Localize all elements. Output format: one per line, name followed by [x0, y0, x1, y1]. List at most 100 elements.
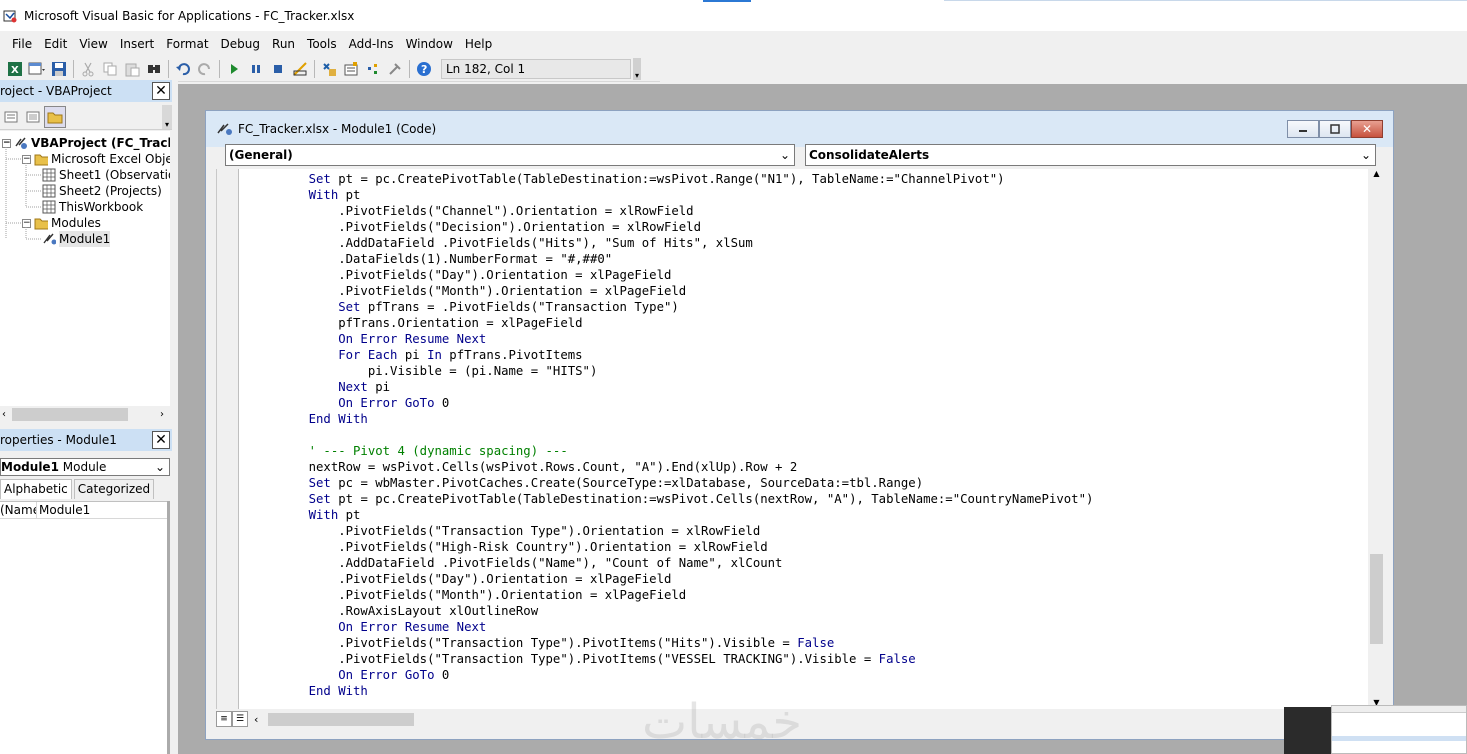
collapse-icon[interactable]: − [22, 154, 31, 164]
code-line[interactable]: .PivotFields("Day").Orientation = xlPage… [279, 267, 1093, 283]
tree-item[interactable]: Sheet2 (Projects) [42, 183, 162, 199]
tab-alphabetic[interactable]: Alphabetic [0, 479, 72, 499]
menu-tools[interactable]: Tools [301, 37, 343, 51]
project-horizontal-scrollbar[interactable]: ‹ › [0, 406, 170, 423]
code-line[interactable]: .PivotFields("Month").Orientation = xlPa… [279, 587, 1093, 603]
menu-format[interactable]: Format [160, 37, 214, 51]
tree-item[interactable]: Sheet1 (Observation [42, 167, 170, 183]
code-line[interactable]: .PivotFields("Day").Orientation = xlPage… [279, 571, 1093, 587]
insert-userform-icon[interactable] [26, 58, 48, 80]
undo-icon[interactable] [172, 58, 194, 80]
code-line[interactable]: With pt [279, 507, 1093, 523]
code-line[interactable]: .PivotFields("High-Risk Country").Orient… [279, 539, 1093, 555]
code-line[interactable]: .AddDataField .PivotFields("Hits"), "Sum… [279, 235, 1093, 251]
design-mode-icon[interactable] [289, 58, 311, 80]
full-module-view-icon[interactable]: ☰ [232, 711, 248, 727]
chevron-down-icon[interactable]: ⌄ [1361, 145, 1371, 165]
property-row[interactable]: (Name) Module1 [0, 502, 170, 519]
object-dropdown[interactable]: Module1 Module ⌄ [0, 458, 170, 476]
scroll-thumb[interactable] [268, 713, 414, 726]
restore-button[interactable] [1319, 120, 1351, 138]
code-line[interactable]: For Each pi In pfTrans.PivotItems [279, 347, 1093, 363]
code-line[interactable]: ' --- Pivot 4 (dynamic spacing) --- [279, 443, 1093, 459]
tab-categorized[interactable]: Categorized [73, 479, 155, 499]
scroll-up-icon[interactable]: ▲ [1368, 169, 1385, 178]
code-line[interactable]: nextRow = wsPivot.Cells(wsPivot.Rows.Cou… [279, 459, 1093, 475]
run-icon[interactable] [223, 58, 245, 80]
code-vertical-scrollbar[interactable]: ▲ ▼ [1368, 169, 1385, 709]
code-line[interactable]: .PivotFields("Transaction Type").PivotIt… [279, 651, 1093, 667]
menu-insert[interactable]: Insert [114, 37, 160, 51]
properties-window-icon[interactable] [340, 58, 362, 80]
scroll-thumb[interactable] [12, 408, 128, 421]
code-line[interactable]: .RowAxisLayout xlOutlineRow [279, 603, 1093, 619]
object-combo[interactable]: (General) ⌄ [225, 144, 795, 166]
code-line[interactable]: pi.Visible = (pi.Name = "HITS") [279, 363, 1093, 379]
code-line[interactable]: .PivotFields("Decision").Orientation = x… [279, 219, 1093, 235]
tree-item[interactable]: − Microsoft Excel Objects [22, 151, 170, 167]
code-line[interactable]: Set pt = pc.CreatePivotTable(TableDestin… [279, 171, 1093, 187]
tree-item[interactable]: − Modules [22, 215, 101, 231]
property-value[interactable]: Module1 [37, 502, 90, 518]
code-line[interactable]: .AddDataField .PivotFields("Name"), "Cou… [279, 555, 1093, 571]
chevron-down-icon[interactable]: ⌄ [155, 459, 165, 475]
code-line[interactable]: pfTrans.Orientation = xlPageField [279, 315, 1093, 331]
project-toolbar-grip[interactable]: ▾ [162, 104, 172, 129]
code-line[interactable]: .PivotFields("Transaction Type").Orienta… [279, 523, 1093, 539]
view-code-icon[interactable] [0, 106, 22, 128]
tree-item[interactable]: − VBAProject (FC_Tracker [2, 135, 170, 151]
paste-icon[interactable] [121, 58, 143, 80]
code-line[interactable]: On Error Resume Next [279, 619, 1093, 635]
code-line[interactable]: On Error Resume Next [279, 331, 1093, 347]
scroll-left-icon[interactable]: ‹ [2, 409, 6, 420]
code-line[interactable] [279, 427, 1093, 443]
collapse-icon[interactable]: − [2, 138, 11, 148]
code-line[interactable]: With pt [279, 187, 1093, 203]
reset-icon[interactable] [267, 58, 289, 80]
menu-add-ins[interactable]: Add-Ins [343, 37, 400, 51]
close-icon[interactable]: ✕ [152, 431, 170, 449]
view-object-icon[interactable] [22, 106, 44, 128]
code-line[interactable]: End With [279, 411, 1093, 427]
project-explorer-icon[interactable] [318, 58, 340, 80]
code-editor[interactable]: Set pt = pc.CreatePivotTable(TableDestin… [216, 169, 1368, 709]
collapse-icon[interactable]: − [22, 218, 31, 228]
menu-debug[interactable]: Debug [215, 37, 266, 51]
scroll-right-icon[interactable]: › [160, 409, 164, 420]
scroll-left-icon[interactable]: ‹ [254, 713, 258, 726]
cut-icon[interactable] [77, 58, 99, 80]
chevron-down-icon[interactable]: ⌄ [780, 145, 790, 165]
menu-file[interactable]: File [6, 37, 38, 51]
find-icon[interactable] [143, 58, 165, 80]
code-line[interactable]: .PivotFields("Transaction Type").PivotIt… [279, 635, 1093, 651]
object-browser-icon[interactable] [362, 58, 384, 80]
procedure-combo[interactable]: ConsolidateAlerts ⌄ [805, 144, 1376, 166]
view-excel-icon[interactable]: X [4, 58, 26, 80]
code-line[interactable]: On Error GoTo 0 [279, 395, 1093, 411]
code-line[interactable]: .PivotFields("Channel").Orientation = xl… [279, 203, 1093, 219]
code-line[interactable]: On Error GoTo 0 [279, 667, 1093, 683]
tree-item[interactable]: Module1 [42, 231, 111, 247]
toolbar-options-icon[interactable]: ▾ [633, 57, 641, 80]
close-icon[interactable]: ✕ [152, 82, 170, 100]
menu-view[interactable]: View [73, 37, 113, 51]
menu-edit[interactable]: Edit [38, 37, 73, 51]
toggle-folders-icon[interactable] [44, 105, 66, 128]
save-icon[interactable] [48, 58, 70, 80]
break-icon[interactable] [245, 58, 267, 80]
close-button[interactable]: ✕ [1351, 120, 1383, 138]
tree-item[interactable]: ThisWorkbook [42, 199, 143, 215]
minimize-button[interactable] [1287, 120, 1319, 138]
code-line[interactable]: .DataFields(1).NumberFormat = "#,##0" [279, 251, 1093, 267]
code-line[interactable]: Set pc = wbMaster.PivotCaches.Create(Sou… [279, 475, 1093, 491]
taskbar-thumbnail-preview[interactable] [1331, 705, 1467, 754]
help-icon[interactable]: ? [413, 58, 435, 80]
code-line[interactable]: Set pfTrans = .PivotFields("Transaction … [279, 299, 1093, 315]
code-line[interactable]: Set pt = pc.CreatePivotTable(TableDestin… [279, 491, 1094, 507]
scroll-thumb[interactable] [1370, 554, 1383, 644]
redo-icon[interactable] [194, 58, 216, 80]
menu-window[interactable]: Window [400, 37, 459, 51]
code-line[interactable]: Next pi [279, 379, 1093, 395]
menu-help[interactable]: Help [459, 37, 498, 51]
code-line[interactable]: .PivotFields("Month").Orientation = xlPa… [279, 283, 1093, 299]
